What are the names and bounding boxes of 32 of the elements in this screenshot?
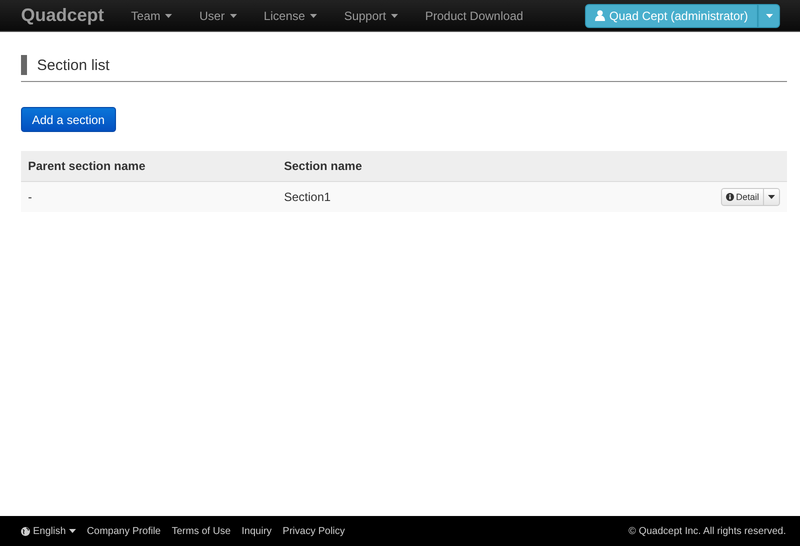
footer-link[interactable]: Inquiry (242, 526, 272, 536)
column-header: Section name (277, 151, 562, 182)
detail-button[interactable]: Detail (720, 188, 764, 206)
caret-icon (68, 529, 76, 533)
language-selector[interactable]: English (21, 526, 76, 536)
nav-menu-item[interactable]: Support (344, 8, 398, 22)
add-section-button[interactable]: Add a section (21, 107, 116, 132)
caret-icon (165, 14, 172, 18)
footer-link[interactable]: Terms of Use (172, 526, 231, 536)
globe-icon (21, 526, 30, 536)
detail-dropdown-button[interactable] (764, 188, 780, 206)
nav-menu-item[interactable]: Team (131, 8, 172, 22)
user-dropdown-button[interactable] (758, 4, 780, 28)
caret-icon (391, 14, 398, 18)
copyright-text: © Quadcept Inc. All rights reserved. (628, 526, 786, 536)
column-header: Parent section name (21, 151, 277, 182)
footer-link[interactable]: Company Profile (86, 526, 161, 536)
caret-icon (230, 14, 237, 18)
table-cell: Section1 (277, 182, 562, 212)
table-cell: - (21, 182, 277, 212)
nav-menu-item[interactable]: Product Download (425, 8, 524, 22)
nav-menu-item[interactable]: User (199, 8, 237, 22)
user-icon (595, 10, 606, 21)
caret-icon (768, 195, 775, 199)
nav-menu-item[interactable]: License (264, 8, 318, 22)
footer-link[interactable]: Privacy Policy (282, 526, 345, 536)
title-accent-bar (21, 55, 27, 75)
caret-icon (310, 14, 318, 18)
brand-logo[interactable]: Quadcept (21, 5, 104, 26)
info-icon (726, 193, 734, 201)
page-title: Section list (37, 56, 110, 74)
caret-icon (766, 14, 772, 18)
